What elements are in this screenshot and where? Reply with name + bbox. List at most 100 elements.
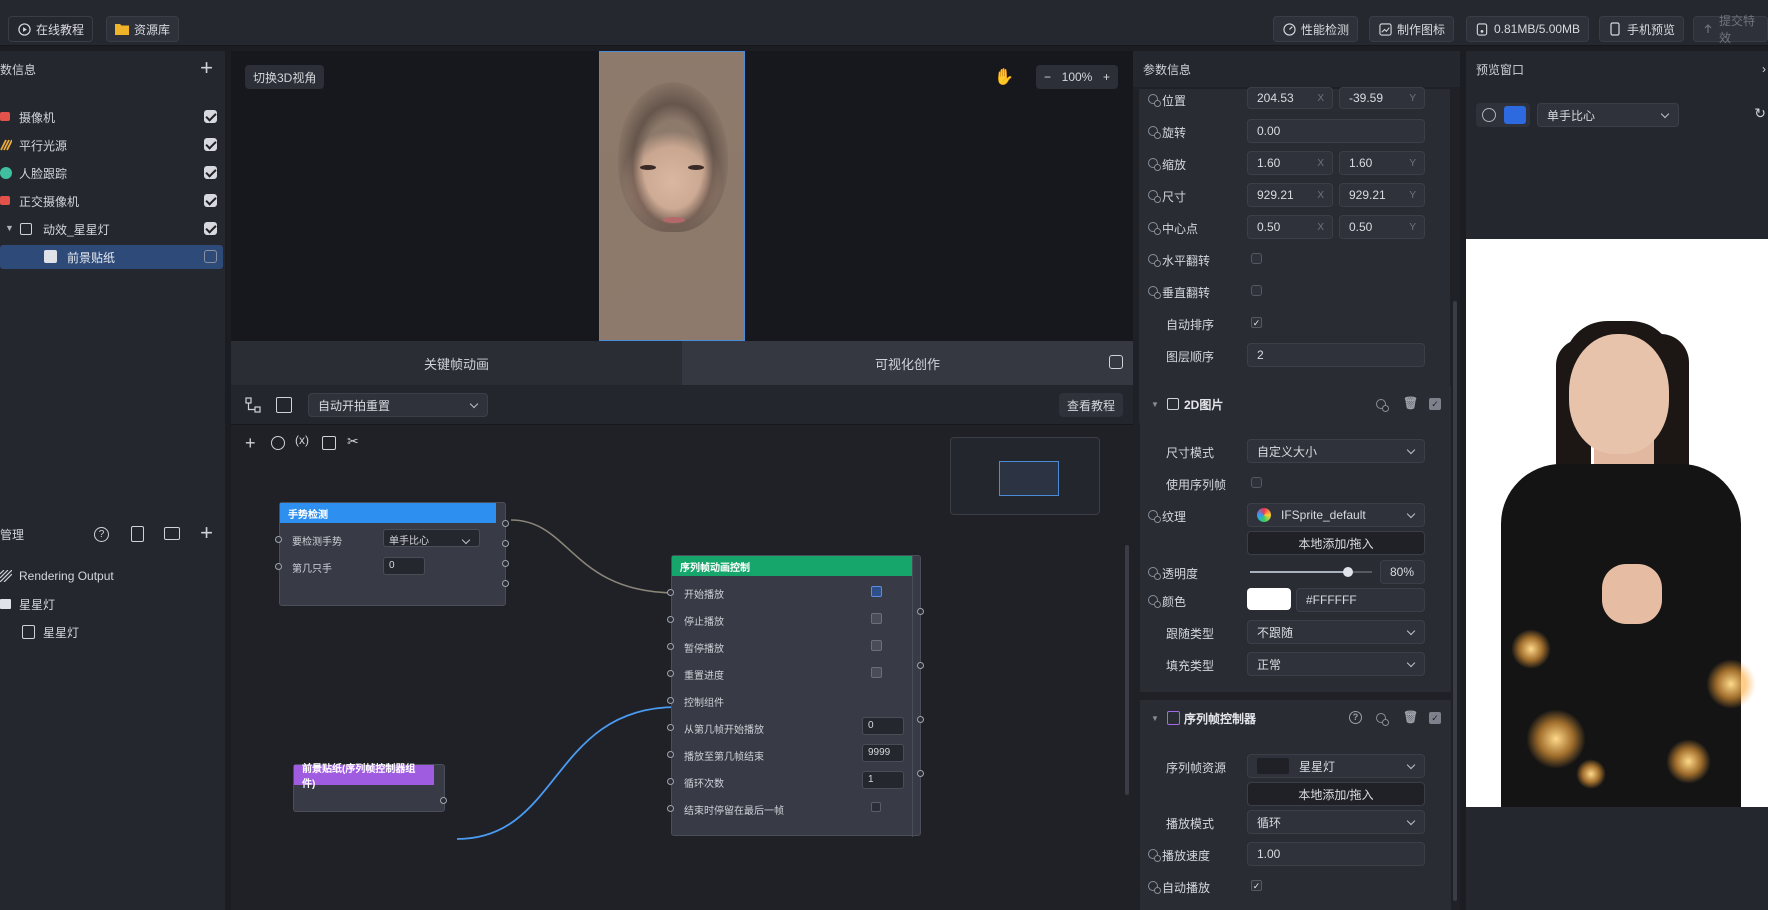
chevron-down-icon[interactable]: ▼ [5,223,14,233]
position-x-input[interactable]: 204.53 X [1247,87,1333,109]
keyframe-icon[interactable] [1148,567,1161,580]
tree-item-effect-group[interactable]: ▼ 动效_星星灯 [0,217,225,241]
input-port[interactable] [667,643,674,650]
video-mode-icon[interactable] [1504,106,1526,124]
reset-trigger-toggle[interactable] [871,667,882,678]
hold-last-frame-checkbox[interactable] [871,802,881,812]
help-icon[interactable]: ? [94,527,109,542]
add-asset-icon[interactable]: + [200,522,213,544]
hand-pan-icon[interactable]: ✋ [994,67,1014,87]
resource-library-button[interactable]: 资源库 [106,16,180,42]
keyframe-icon[interactable] [1148,94,1161,107]
play-speed-input[interactable]: 1.00 [1247,842,1425,866]
keyframe-icon[interactable] [1148,254,1161,267]
asset-folder-star-lights[interactable]: 星星灯 [0,592,225,616]
keyframe-icon[interactable] [1148,190,1161,203]
output-port[interactable] [917,662,924,669]
input-port[interactable] [667,751,674,758]
opacity-input[interactable]: 80% [1380,560,1425,584]
view-tutorial-button[interactable]: 查看教程 [1058,393,1123,417]
output-port[interactable] [502,560,509,567]
gesture-type-select[interactable]: 单手比心 [383,529,480,547]
input-port[interactable] [667,805,674,812]
asset-rendering-output[interactable]: Rendering Output [0,564,225,588]
pivot-y-input[interactable]: 0.50 Y [1339,215,1425,239]
foreground-sticker-node[interactable]: 前景贴纸(序列帧控制器组件) [293,764,447,812]
output-port[interactable] [502,580,509,587]
scale-x-input[interactable]: 1.60 X [1247,151,1333,175]
collapse-icon[interactable]: ▼ [1151,714,1159,723]
add-object-icon[interactable]: + [200,57,213,79]
input-port[interactable] [667,724,674,731]
image-2d-section-header[interactable]: ▼ 2D图片 🗑 ✓ [1140,386,1451,422]
help-icon[interactable]: ? [1349,711,1362,724]
input-port[interactable] [667,778,674,785]
stop-trigger-toggle[interactable] [871,613,882,624]
toggle-3d-view-button[interactable]: 切换3D视角 [245,65,325,89]
collapse-right-icon[interactable]: › [1762,62,1766,76]
visibility-checkbox[interactable] [204,138,217,151]
zoom-in-button[interactable]: + [1103,70,1110,84]
sequence-controller-section-header[interactable]: ▼ 序列帧控制器 ? 🗑 ✓ [1140,700,1451,736]
output-port[interactable] [440,797,447,804]
position-y-input[interactable]: -39.59 Y [1339,87,1425,109]
popout-icon[interactable] [1109,355,1123,369]
keyframe-icon[interactable] [1148,286,1161,299]
refresh-icon[interactable]: ↻ [1754,105,1766,122]
layer-order-input[interactable]: 2 [1247,343,1425,367]
make-icon-button[interactable]: 制作图标 [1369,16,1455,42]
input-port[interactable] [667,616,674,623]
online-tutorial-button[interactable]: 在线教程 [8,16,94,42]
input-port[interactable] [667,589,674,596]
size-y-input[interactable]: 929.21 Y [1339,183,1425,207]
output-port[interactable] [502,540,509,547]
tab-visual-creation[interactable]: 可视化创作 [682,341,1133,385]
start-trigger-toggle[interactable] [871,586,882,597]
size-mode-select[interactable]: 自定义大小 [1247,439,1425,463]
keyframe-icon[interactable] [1148,849,1161,862]
scene-viewport[interactable]: 切换3D视角 ✋ − 100% + [231,51,1133,341]
auto-sort-checkbox[interactable]: ✓ [1251,317,1262,328]
trash-icon[interactable]: 🗑 [1403,710,1418,724]
panel-layout-icon[interactable] [276,397,292,413]
tree-item-ortho-camera[interactable]: 正交摄像机 [0,189,225,213]
input-port[interactable] [275,563,282,570]
input-port[interactable] [275,536,282,543]
package-size-indicator[interactable]: 0.81MB/5.00MB [1466,16,1590,42]
sequence-local-add-button[interactable]: 本地添加/拖入 [1247,782,1425,806]
size-x-input[interactable]: 929.21 X [1247,183,1333,207]
autoplay-checkbox[interactable]: ✓ [1251,880,1262,891]
params-scrollbar[interactable] [1453,301,1457,901]
graph-layout-icon[interactable] [245,397,261,413]
enable-checkbox[interactable]: ✓ [1429,398,1441,410]
flip-horizontal-checkbox[interactable] [1251,253,1262,264]
keyframe-icon[interactable] [1148,222,1161,235]
visibility-checkbox[interactable] [204,194,217,207]
play-mode-select[interactable]: 循环 [1247,810,1425,834]
start-frame-input[interactable]: 0 [862,717,904,735]
color-hex-input[interactable]: #FFFFFF [1296,588,1425,612]
keyframe-icon[interactable] [1148,595,1161,608]
enable-checkbox[interactable]: ✓ [1429,712,1441,724]
end-frame-input[interactable]: 9999 [862,744,904,762]
tree-item-directional-light[interactable]: 平行光源 [0,133,225,157]
tree-item-foreground-sticker[interactable]: 前景贴纸 [0,245,223,269]
visibility-checkbox[interactable] [204,166,217,179]
zoom-out-button[interactable]: − [1044,70,1051,84]
keyframe-icon[interactable] [1148,881,1161,894]
tree-item-camera[interactable]: 摄像机 [0,105,225,129]
camera-mode-icon[interactable] [1482,108,1496,122]
hand-index-input[interactable]: 0 [383,557,425,575]
submit-effect-button[interactable]: 提交特效 [1693,14,1768,45]
keyframe-icon[interactable] [1376,399,1389,412]
rotation-input[interactable]: 0.00 [1247,119,1425,143]
fill-type-select[interactable]: 正常 [1247,652,1425,676]
input-port[interactable] [667,670,674,677]
pivot-x-input[interactable]: 0.50 X [1247,215,1333,239]
keyframe-icon[interactable] [1148,510,1161,523]
import-file-icon[interactable] [131,526,144,542]
input-port[interactable] [667,697,674,704]
keyframe-icon[interactable] [1376,713,1389,726]
output-port[interactable] [502,520,509,527]
flip-vertical-checkbox[interactable] [1251,285,1262,296]
